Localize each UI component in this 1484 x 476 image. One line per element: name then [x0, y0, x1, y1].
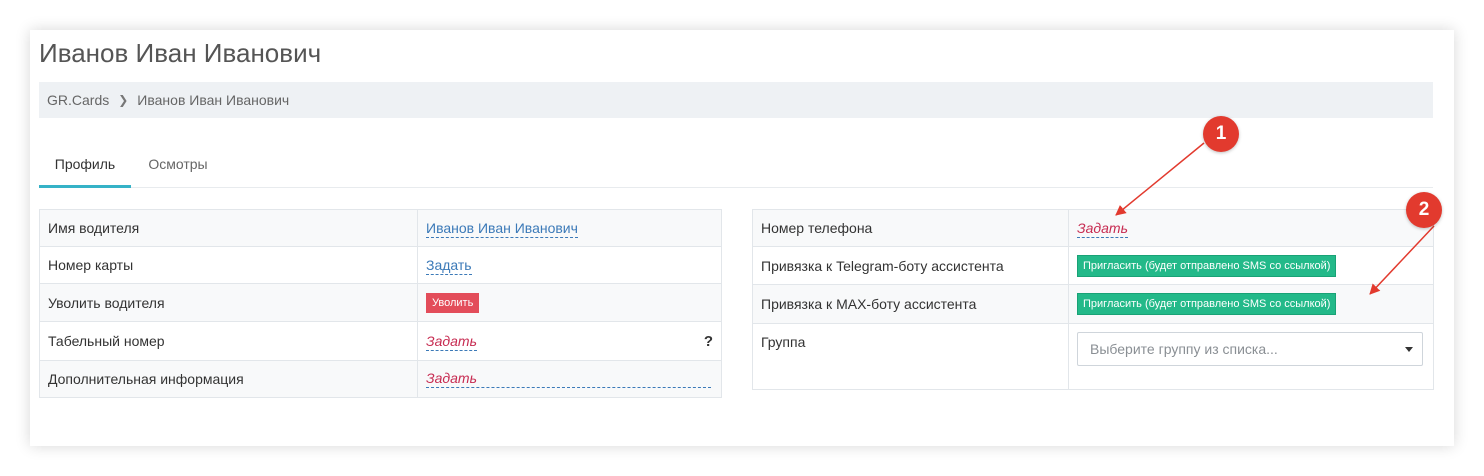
card-number-label: Номер карты — [39, 246, 418, 284]
phone-label: Номер телефона — [752, 209, 1069, 247]
telegram-bot-cell: Пригласить (будет отправлено SMS со ссыл… — [1068, 246, 1434, 285]
help-question-icon[interactable]: ? — [704, 333, 713, 350]
table-row: Группа Выберите группу из списка... — [752, 323, 1434, 390]
max-invite-button[interactable]: Пригласить (будет отправлено SMS со ссыл… — [1077, 293, 1337, 315]
personnel-number-set-link[interactable]: Задать — [426, 332, 477, 351]
phone-cell: Задать — [1068, 209, 1434, 247]
table-row: Номер карты Задать — [39, 246, 722, 284]
tab-profile[interactable]: Профиль — [39, 147, 131, 188]
card-number-set-link[interactable]: Задать — [426, 257, 472, 275]
profile-card: Иванов Иван Иванович GR.Cards ❯ Иванов И… — [30, 30, 1454, 446]
additional-info-label: Дополнительная информация — [39, 360, 418, 398]
breadcrumb-current: Иванов Иван Иванович — [137, 92, 290, 108]
personnel-number-label: Табельный номер — [39, 321, 418, 361]
group-select[interactable]: Выберите группу из списка... — [1077, 332, 1423, 366]
driver-name-cell: Иванов Иван Иванович — [417, 209, 722, 247]
dismiss-driver-button[interactable]: Уволить — [426, 292, 480, 313]
chevron-right-icon: ❯ — [118, 93, 129, 107]
phone-set-link[interactable]: Задать — [1077, 220, 1128, 238]
table-row: Имя водителя Иванов Иван Иванович — [39, 209, 722, 247]
annotation-marker-2: 2 — [1406, 192, 1442, 228]
annotation-marker-1: 1 — [1203, 116, 1239, 152]
table-row: Уволить водителя Уволить — [39, 283, 722, 322]
table-row: Привязка к Telegram-боту ассистента Приг… — [752, 246, 1434, 285]
driver-name-value[interactable]: Иванов Иван Иванович — [426, 220, 578, 238]
breadcrumb-root-link[interactable]: GR.Cards — [47, 92, 109, 108]
max-bot-label: Привязка к MAX-боту ассистента — [752, 284, 1069, 324]
dismiss-driver-cell: Уволить — [417, 283, 722, 322]
table-row: Номер телефона Задать — [752, 209, 1434, 247]
contacts-table: Номер телефона Задать Привязка к Telegra… — [752, 209, 1434, 390]
telegram-bot-label: Привязка к Telegram-боту ассистента — [752, 246, 1069, 285]
personnel-number-cell: Задать? — [417, 321, 722, 361]
group-cell: Выберите группу из списка... — [1068, 323, 1434, 390]
group-select-placeholder: Выберите группу из списка... — [1090, 341, 1278, 357]
page-title: Иванов Иван Иванович — [39, 38, 322, 68]
tab-inspections[interactable]: Осмотры — [139, 147, 217, 185]
group-label: Группа — [752, 323, 1069, 390]
max-bot-cell: Пригласить (будет отправлено SMS со ссыл… — [1068, 284, 1434, 324]
table-row: Дополнительная информация Задать — [39, 360, 722, 398]
additional-info-cell: Задать — [417, 360, 722, 398]
dismiss-driver-label: Уволить водителя — [39, 283, 418, 322]
telegram-invite-button[interactable]: Пригласить (будет отправлено SMS со ссыл… — [1077, 254, 1337, 277]
caret-down-icon — [1405, 347, 1413, 352]
driver-info-table: Имя водителя Иванов Иван Иванович Номер … — [39, 209, 722, 398]
tab-bar: Профиль Осмотры — [39, 147, 1433, 188]
table-row: Привязка к MAX-боту ассистента Пригласит… — [752, 284, 1434, 324]
breadcrumb: GR.Cards ❯ Иванов Иван Иванович — [39, 82, 1433, 118]
driver-name-label: Имя водителя — [39, 209, 418, 247]
additional-info-set-link[interactable]: Задать — [426, 370, 711, 388]
table-row: Табельный номер Задать? — [39, 321, 722, 361]
card-number-cell: Задать — [417, 246, 722, 284]
